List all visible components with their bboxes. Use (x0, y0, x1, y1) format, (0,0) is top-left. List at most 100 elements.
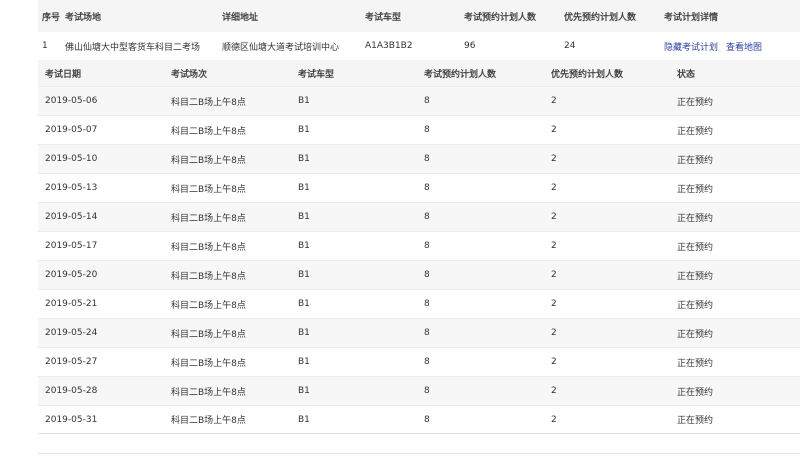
site-name: 佛山仙塘大中型客货车科目二考场 (65, 42, 201, 53)
site-plan-count: 96 (464, 41, 476, 51)
cell-exam-date: 2019-05-28 (45, 386, 98, 396)
table-row: 2019-05-27 科目二B场上午8点 B1 8 2 正在预约 (38, 347, 800, 376)
cell-status: 正在预约 (677, 97, 714, 108)
cell-priority-count: 2 (551, 212, 557, 222)
cell-plan-count: 8 (424, 270, 430, 280)
exam-plan-table-header: 考试日期 考试场次 考试车型 考试预约计划人数 优先预约计划人数 状态 (38, 60, 800, 86)
header-site: 考试场地 (65, 12, 102, 23)
cell-priority-count: 2 (551, 357, 557, 367)
cell-exam-session: 科目二B场上午8点 (171, 242, 246, 253)
cell-exam-vehicle: B1 (298, 414, 310, 425)
cell-priority-count: 2 (551, 125, 557, 135)
cell-exam-session: 科目二B场上午8点 (171, 126, 246, 137)
cell-exam-session: 科目二B场上午8点 (171, 300, 246, 311)
view-map-link[interactable]: 查看地图 (726, 40, 762, 53)
site-vehicle: A1A3B1B2 (365, 41, 413, 51)
cell-exam-session: 科目二B场上午8点 (171, 416, 246, 426)
cell-exam-session: 科目二B场上午8点 (171, 155, 246, 166)
divider (38, 453, 800, 454)
cell-exam-vehicle: B1 (298, 125, 310, 135)
cell-exam-vehicle: B1 (298, 328, 310, 338)
cell-priority-count: 2 (551, 299, 557, 309)
cell-exam-vehicle: B1 (298, 96, 310, 106)
cell-exam-session: 科目二B场上午8点 (171, 184, 246, 195)
cell-plan-count: 8 (424, 241, 430, 251)
cell-priority-count: 2 (551, 154, 557, 164)
cell-exam-vehicle: B1 (298, 154, 310, 164)
cell-exam-vehicle: B1 (298, 183, 310, 193)
table-row: 2019-05-31 科目二B场上午8点 B1 8 2 正在预约 (38, 405, 800, 434)
exam-site-table: 序号 考试场地 详细地址 考试车型 考试预约计划人数 优先预约计划人数 考试计划… (38, 0, 800, 60)
cell-exam-date: 2019-05-10 (45, 154, 98, 164)
table-row: 2019-05-06 科目二B场上午8点 B1 8 2 正在预约 (38, 86, 800, 115)
hide-exam-plan-link[interactable]: 隐藏考试计划 (664, 40, 718, 53)
cell-status: 正在预约 (677, 213, 714, 224)
cell-status: 正在预约 (677, 184, 714, 195)
cell-exam-date: 2019-05-07 (45, 125, 98, 135)
cell-priority-count: 2 (551, 183, 557, 193)
header-exam-date: 考试日期 (45, 69, 82, 80)
table-row: 2019-05-20 科目二B场上午8点 B1 8 2 正在预约 (38, 260, 800, 289)
header-status: 状态 (677, 69, 696, 80)
cell-exam-vehicle: B1 (298, 386, 310, 396)
cell-plan-count: 8 (424, 299, 430, 309)
cell-exam-vehicle: B1 (298, 241, 310, 251)
cell-exam-date: 2019-05-14 (45, 212, 98, 222)
exam-plan-table-body: 2019-05-06 科目二B场上午8点 B1 8 2 正在预约 2019-05-07 科目二… (38, 86, 800, 434)
cell-plan-count: 8 (424, 96, 430, 106)
cell-status: 正在预约 (677, 329, 714, 340)
cell-plan-count: 8 (424, 328, 430, 338)
header-plan-detail: 考试计划详情 (664, 12, 719, 23)
exam-site-table-header: 序号 考试场地 详细地址 考试车型 考试预约计划人数 优先预约计划人数 考试计划… (38, 0, 800, 32)
cell-status: 正在预约 (677, 271, 714, 282)
cell-status: 正在预约 (677, 155, 714, 166)
plan-detail-links: 隐藏考试计划 查看地图 (664, 32, 762, 60)
cell-priority-count: 2 (551, 241, 557, 251)
header-exam-vehicle: 考试车型 (298, 69, 335, 80)
table-row: 2019-05-13 科目二B场上午8点 B1 8 2 正在预约 (38, 173, 800, 202)
cell-status: 正在预约 (677, 358, 714, 369)
table-row: 2019-05-07 科目二B场上午8点 B1 8 2 正在预约 (38, 115, 800, 144)
cell-plan-count: 8 (424, 212, 430, 222)
exam-site-row: 1 佛山仙塘大中型客货车科目二考场 顺德区仙塘大道考试培训中心 A1A3B1B2… (38, 32, 800, 60)
cell-exam-vehicle: B1 (298, 270, 310, 280)
cell-exam-vehicle: B1 (298, 357, 310, 367)
header-address: 详细地址 (222, 12, 259, 23)
cell-exam-date: 2019-05-27 (45, 357, 98, 367)
site-index: 1 (42, 41, 48, 51)
cell-status: 正在预约 (677, 387, 714, 398)
header-index: 序号 (42, 12, 61, 23)
cell-priority-count: 2 (551, 414, 557, 425)
cell-exam-date: 2019-05-20 (45, 270, 98, 280)
table-row: 2019-05-17 科目二B场上午8点 B1 8 2 正在预约 (38, 231, 800, 260)
site-address: 顺德区仙塘大道考试培训中心 (222, 42, 340, 53)
cell-plan-count: 8 (424, 357, 430, 367)
exam-plan-table: 考试日期 考试场次 考试车型 考试预约计划人数 优先预约计划人数 状态 2019… (38, 60, 800, 434)
cell-exam-session: 科目二B场上午8点 (171, 387, 246, 398)
header-exam-session: 考试场次 (171, 69, 208, 80)
cell-priority-count: 2 (551, 386, 557, 396)
table-row: 2019-05-24 科目二B场上午8点 B1 8 2 正在预约 (38, 318, 800, 347)
cell-exam-session: 科目二B场上午8点 (171, 213, 246, 224)
header-plan-count: 考试预约计划人数 (424, 69, 497, 80)
cell-status: 正在预约 (677, 242, 714, 253)
header-plan-count: 考试预约计划人数 (464, 12, 537, 23)
cell-exam-date: 2019-05-21 (45, 299, 98, 309)
table-row: 2019-05-14 科目二B场上午8点 B1 8 2 正在预约 (38, 202, 800, 231)
cell-exam-vehicle: B1 (298, 212, 310, 222)
cell-exam-vehicle: B1 (298, 299, 310, 309)
cell-exam-date: 2019-05-31 (45, 414, 98, 425)
header-priority-count: 优先预约计划人数 (564, 12, 637, 23)
header-vehicle: 考试车型 (365, 12, 402, 23)
cell-status: 正在预约 (677, 126, 714, 137)
cell-plan-count: 8 (424, 386, 430, 396)
site-priority-count: 24 (564, 41, 576, 51)
cell-exam-session: 科目二B场上午8点 (171, 329, 246, 340)
cell-exam-session: 科目二B场上午8点 (171, 97, 246, 108)
table-row: 2019-05-21 科目二B场上午8点 B1 8 2 正在预约 (38, 289, 800, 318)
header-priority-count: 优先预约计划人数 (551, 69, 624, 80)
table-row: 2019-05-10 科目二B场上午8点 B1 8 2 正在预约 (38, 144, 800, 173)
cell-plan-count: 8 (424, 414, 430, 425)
cell-priority-count: 2 (551, 270, 557, 280)
cell-exam-date: 2019-05-13 (45, 183, 98, 193)
